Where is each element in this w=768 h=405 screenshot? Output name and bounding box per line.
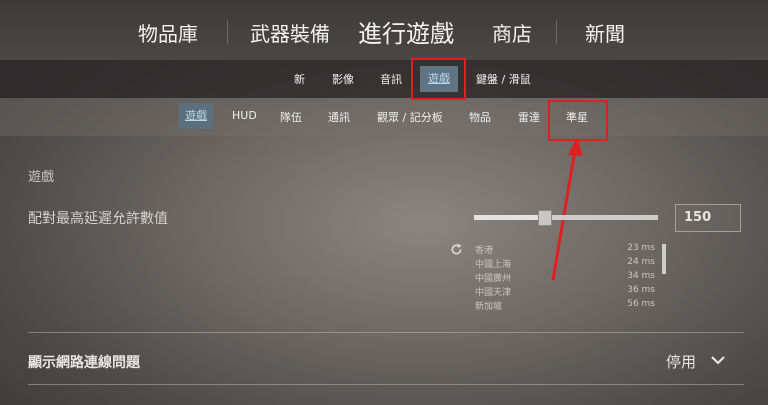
ping-ms: 23 ms — [627, 243, 655, 253]
divider — [28, 384, 744, 385]
ping-row: 中國天津 36 ms — [475, 285, 655, 298]
network-issues-dropdown[interactable]: 停用 — [666, 351, 696, 372]
ping-list-scrollbar[interactable] — [662, 244, 666, 274]
refresh-icon[interactable] — [450, 243, 463, 256]
ping-ms: 34 ms — [627, 271, 655, 281]
ping-row: 中國上海 24 ms — [475, 257, 655, 270]
ping-row: 新加坡 56 ms — [475, 299, 655, 312]
divider — [28, 332, 744, 333]
ping-region: 中國廣州 — [475, 274, 512, 284]
ping-ms: 24 ms — [627, 257, 655, 267]
ping-region: 新加坡 — [475, 302, 503, 312]
slider-fill — [474, 215, 544, 220]
max-ping-label: 配對最高延遲允許數值 — [28, 211, 168, 227]
max-ping-input[interactable]: 150 — [675, 204, 741, 232]
section-title: 遊戲 — [28, 170, 55, 185]
ping-region: 香港 — [475, 246, 494, 256]
ping-region: 中國上海 — [475, 260, 512, 270]
ping-row: 中國廣州 34 ms — [475, 271, 655, 284]
ping-region: 中國天津 — [475, 288, 512, 298]
ping-row: 香港 23 ms — [475, 243, 655, 256]
ping-ms: 56 ms — [627, 299, 655, 309]
annotation-arrow — [551, 137, 583, 281]
slider-handle[interactable] — [537, 210, 552, 226]
ping-ms: 36 ms — [627, 285, 655, 295]
network-issues-label: 顯示網路連線問題 — [28, 355, 140, 371]
chevron-down-icon[interactable] — [710, 353, 726, 367]
